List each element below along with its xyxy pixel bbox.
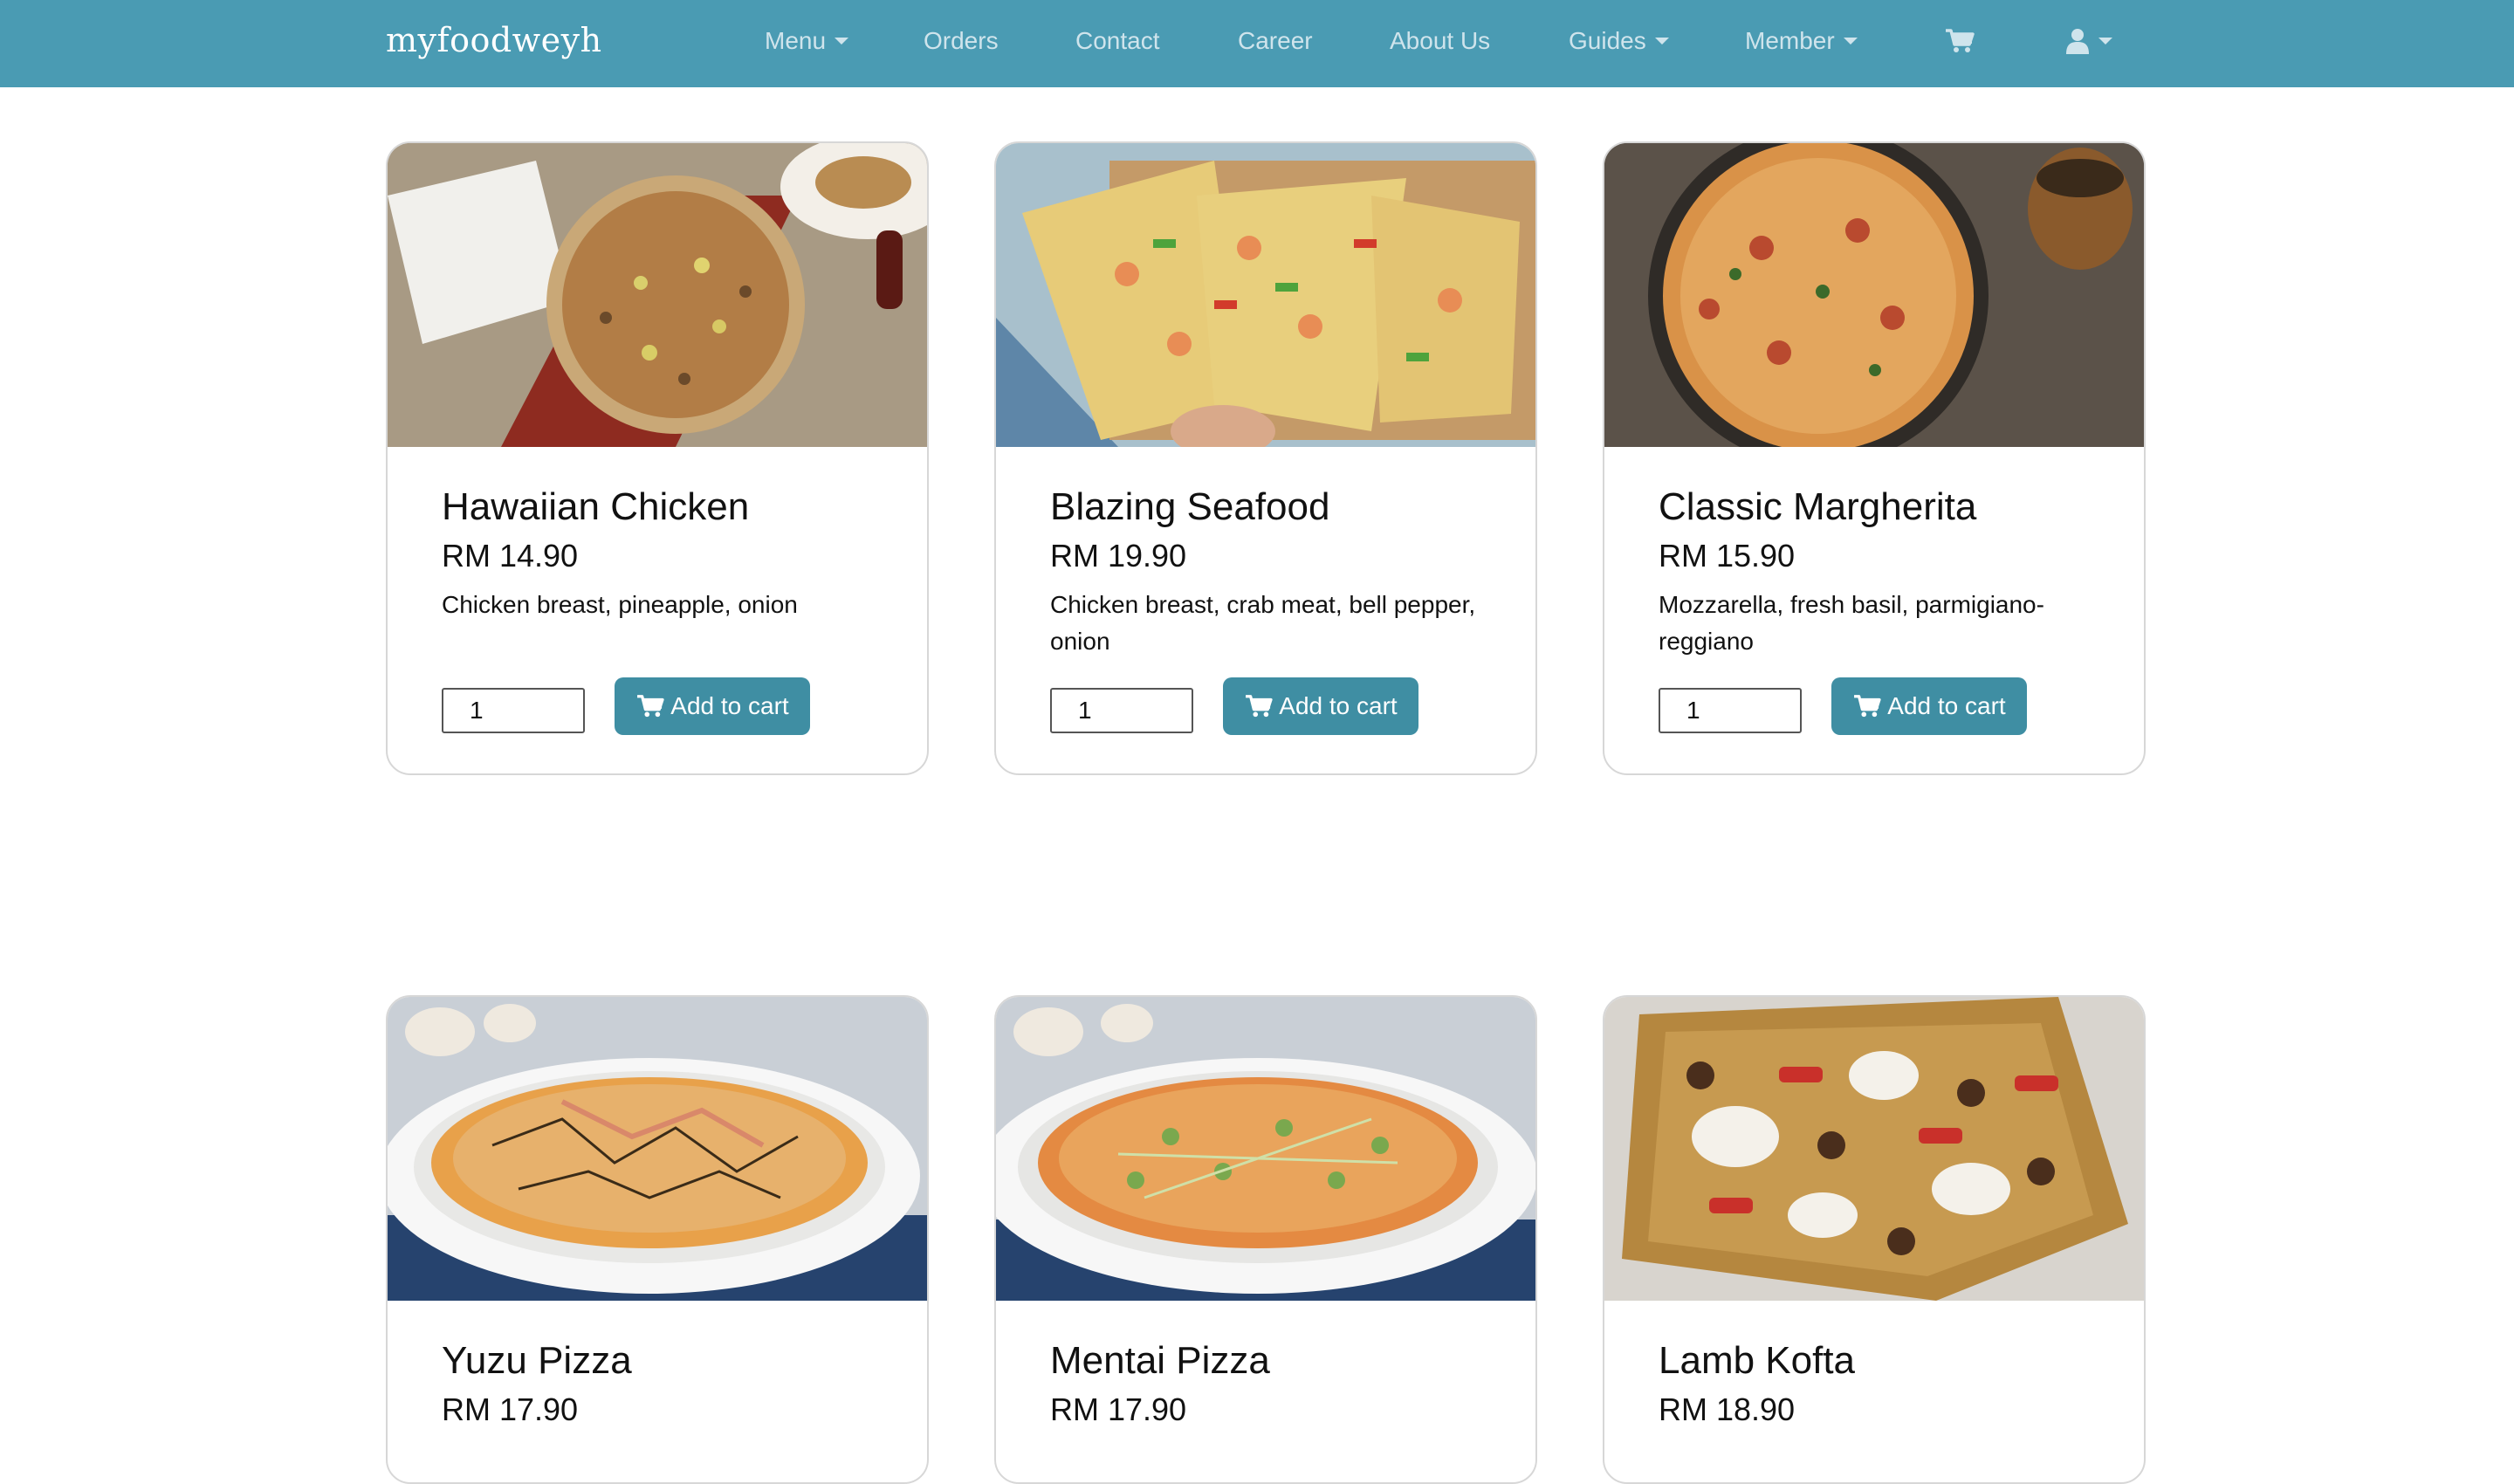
product-description: Mozzarella, fresh basil, parmigiano-regg… <box>1659 591 2044 655</box>
nav-guides-label: Guides <box>1569 27 1646 54</box>
product-description: Chicken breast, crab meat, bell pepper, … <box>1050 591 1476 655</box>
nav-member-dropdown[interactable]: Member <box>1745 27 1858 55</box>
quantity-input[interactable] <box>1659 688 1802 733</box>
product-card: Hawaiian Chicken RM 14.90 Chicken breast… <box>386 141 929 775</box>
product-card: Mentai Pizza RM 17.90 <box>994 995 1537 1484</box>
chevron-down-icon <box>835 38 849 45</box>
product-price: RM 14.90 <box>442 538 579 574</box>
yuzu-pizza-photo <box>388 997 927 1301</box>
product-price: RM 17.90 <box>1050 1391 1187 1427</box>
classic-margherita-pizza-photo <box>1604 143 2144 447</box>
product-name: Lamb Kofta <box>1659 1339 1856 1382</box>
nav-menu-dropdown[interactable]: Menu <box>765 27 849 55</box>
add-to-cart-label: Add to cart <box>1887 692 2006 719</box>
user-menu-dropdown[interactable] <box>2065 28 2112 54</box>
chevron-down-icon <box>1654 38 1669 45</box>
product-card: Classic Margherita RM 15.90 Mozzarella, … <box>1603 141 2146 775</box>
product-price: RM 15.90 <box>1659 538 1796 574</box>
nav-menu-label: Menu <box>765 27 827 54</box>
shopping-cart-icon <box>637 695 664 718</box>
nav-member-label: Member <box>1745 27 1835 54</box>
nav-orders-link[interactable]: Orders <box>924 27 999 55</box>
shopping-cart-icon[interactable] <box>1945 28 1975 54</box>
mentai-pizza-photo <box>996 997 1535 1301</box>
chevron-down-icon <box>2098 38 2112 45</box>
nav-career-link[interactable]: Career <box>1238 27 1313 55</box>
product-card: Yuzu Pizza RM 17.90 <box>386 995 929 1484</box>
product-name: Hawaiian Chicken <box>442 485 750 528</box>
shopping-cart-icon <box>1246 695 1273 718</box>
product-name: Blazing Seafood <box>1050 485 1330 528</box>
blazing-seafood-pizza-photo <box>996 143 1535 447</box>
user-icon <box>2066 29 2089 54</box>
top-navbar: myfoodweyh Menu Orders Contact Career Ab… <box>0 0 2514 87</box>
chevron-down-icon <box>1843 38 1858 45</box>
hawaiian-chicken-pizza-photo <box>388 143 927 447</box>
quantity-input[interactable] <box>1050 688 1193 733</box>
nav-about-label: About Us <box>1390 27 1491 54</box>
product-description: Chicken breast, pineapple, onion <box>442 591 798 618</box>
add-to-cart-label: Add to cart <box>1279 692 1398 719</box>
nav-guides-dropdown[interactable]: Guides <box>1569 27 1669 55</box>
lamb-kofta-pizza-photo <box>1604 997 2144 1301</box>
product-name: Yuzu Pizza <box>442 1339 632 1382</box>
product-name: Mentai Pizza <box>1050 1339 1270 1382</box>
nav-orders-label: Orders <box>924 27 999 54</box>
shopping-cart-icon <box>1854 695 1881 718</box>
add-to-cart-button[interactable]: Add to cart <box>1831 677 2027 735</box>
add-to-cart-button[interactable]: Add to cart <box>615 677 810 735</box>
product-price: RM 17.90 <box>442 1391 579 1427</box>
product-name: Classic Margherita <box>1659 485 1977 528</box>
product-card: Blazing Seafood RM 19.90 Chicken breast,… <box>994 141 1537 775</box>
nav-contact-link[interactable]: Contact <box>1075 27 1160 55</box>
brand-logo[interactable]: myfoodweyh <box>386 21 602 59</box>
product-price: RM 19.90 <box>1050 538 1187 574</box>
nav-career-label: Career <box>1238 27 1313 54</box>
quantity-input[interactable] <box>442 688 585 733</box>
add-to-cart-label: Add to cart <box>670 692 789 719</box>
product-card: Lamb Kofta RM 18.90 <box>1603 995 2146 1484</box>
product-price: RM 18.90 <box>1659 1391 1796 1427</box>
add-to-cart-button[interactable]: Add to cart <box>1223 677 1418 735</box>
nav-contact-label: Contact <box>1075 27 1160 54</box>
nav-about-link[interactable]: About Us <box>1390 27 1490 55</box>
